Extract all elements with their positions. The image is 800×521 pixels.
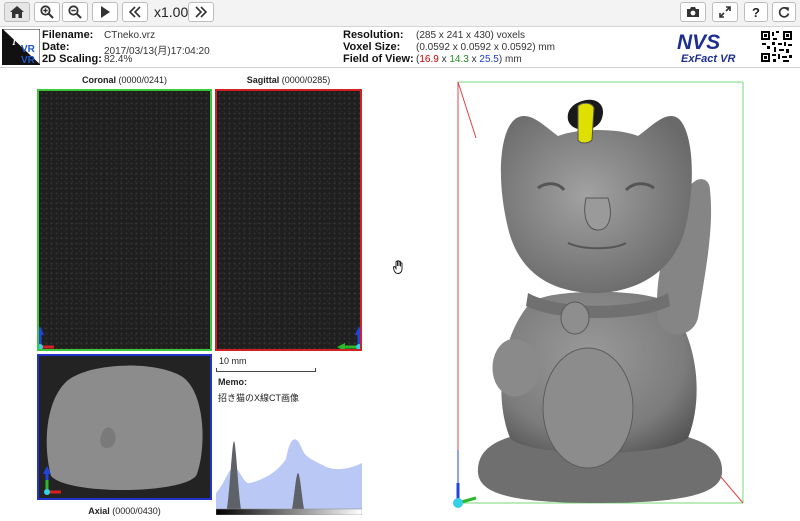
coronal-name: Coronal <box>81 75 116 85</box>
sagittal-axis-gizmo <box>337 326 360 349</box>
forward-button[interactable] <box>188 2 214 22</box>
axial-title: Axial (0000/0430) <box>37 506 212 516</box>
fov-close: ) mm <box>498 54 522 65</box>
zoom-in-icon <box>40 5 54 19</box>
fov-value: (16.9 x 14.3 x 25.5) mm <box>416 54 522 65</box>
voxel-size-value: (0.0592 x 0.0592 x 0.0592) mm <box>416 42 555 53</box>
sagittal-title: Sagittal (0000/0285) <box>215 75 362 85</box>
qr-code-icon <box>760 30 793 63</box>
zoom-level: x1.00 <box>154 4 189 20</box>
scaling-value: 82.4% <box>104 54 133 65</box>
expand-icon <box>719 6 731 18</box>
fov-sep-1: x <box>438 54 450 65</box>
play-button[interactable] <box>92 2 118 22</box>
svg-text:VR: VR <box>21 55 36 65</box>
axial-name: Axial <box>88 506 110 516</box>
memo-text: 招き猫のX線CT画像 <box>218 393 300 403</box>
camera-icon <box>687 7 699 17</box>
zoom-out-icon <box>68 5 82 19</box>
axial-view[interactable] <box>37 354 212 500</box>
memo-label: Memo: <box>218 377 247 387</box>
svg-text:I: I <box>11 33 17 48</box>
home-icon <box>10 6 24 18</box>
scale-bar <box>216 368 316 372</box>
svg-text:NVS: NVS <box>677 31 720 54</box>
help-button[interactable]: ? <box>744 2 768 22</box>
svg-text:VR: VR <box>21 44 36 55</box>
date-label: Date: <box>42 41 70 53</box>
chevrons-left-icon <box>129 6 141 18</box>
svg-text:ExFact VR: ExFact VR <box>681 53 735 65</box>
scale-label: 10 mm <box>219 356 247 366</box>
grayscale-bar <box>216 508 362 515</box>
hand-cursor-icon <box>393 260 403 274</box>
zoom-out-button[interactable] <box>62 2 88 22</box>
filename-value: CTneko.vrz <box>104 30 156 41</box>
help-icon: ? <box>752 4 760 20</box>
coronal-index: (0000/0241) <box>118 75 168 85</box>
info-bar: I VR VR Filename: CTneko.vrz Date: 2017/… <box>0 27 800 68</box>
home-button[interactable] <box>4 2 30 22</box>
brand-logo: NVS ExFact VR <box>677 31 735 65</box>
fov-label: Field of View: <box>343 53 414 65</box>
fov-z: 25.5 <box>479 54 499 65</box>
app-logo-icon: I VR VR <box>2 29 40 65</box>
fov-x: 16.9 <box>419 54 439 65</box>
zoom-in-button[interactable] <box>34 2 60 22</box>
reload-button[interactable] <box>772 2 796 22</box>
voxel-size-label: Voxel Size: <box>343 41 401 53</box>
chevrons-right-icon <box>195 6 207 18</box>
rewind-button[interactable] <box>122 2 148 22</box>
scaling-label: 2D Scaling: <box>42 53 102 65</box>
axial-slice-image <box>43 365 203 495</box>
toolbar: x1.00 ? <box>0 0 800 27</box>
fov-sep-2: x <box>468 54 480 65</box>
fov-y: 14.3 <box>449 54 469 65</box>
camera-button[interactable] <box>680 2 706 22</box>
filename-label: Filename: <box>42 29 94 41</box>
play-icon <box>101 6 110 18</box>
coronal-axis-gizmo <box>39 326 54 349</box>
axial-index: (0000/0430) <box>112 506 161 516</box>
volume-render-3d-view[interactable] <box>448 78 748 510</box>
coronal-title: Coronal (0000/0241) <box>37 75 212 85</box>
sagittal-index: (0000/0285) <box>281 75 331 85</box>
resolution-value: (285 x 241 x 430) voxels <box>416 30 525 41</box>
coronal-view[interactable] <box>37 89 212 351</box>
sagittal-name: Sagittal <box>246 75 280 85</box>
reload-icon <box>778 7 790 18</box>
resolution-label: Resolution: <box>343 29 404 41</box>
sagittal-view[interactable] <box>215 89 362 351</box>
fullscreen-button[interactable] <box>712 2 738 22</box>
histogram[interactable] <box>216 429 362 515</box>
